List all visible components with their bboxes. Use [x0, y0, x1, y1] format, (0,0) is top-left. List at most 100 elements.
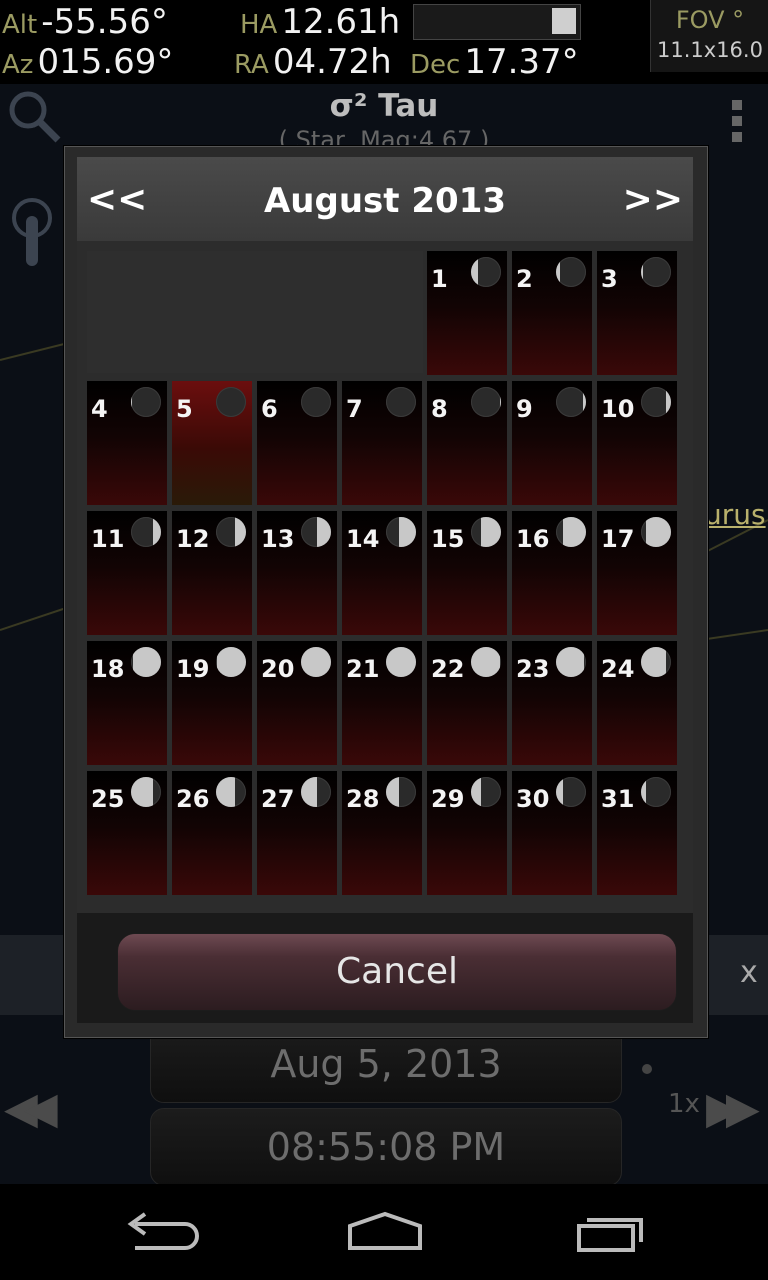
moon-phase-icon — [556, 517, 586, 547]
moon-phase-icon — [641, 777, 671, 807]
calendar-day-1[interactable]: 1 — [427, 251, 507, 375]
calendar-day-7[interactable]: 7 — [342, 381, 422, 505]
calendar-day-27[interactable]: 27 — [257, 771, 337, 895]
moon-lit-portion — [641, 777, 646, 807]
moon-lit-portion — [500, 387, 501, 417]
day-number: 16 — [516, 525, 550, 553]
fast-forward-icon[interactable]: ▶▶ — [706, 1083, 760, 1134]
calendar-day-13[interactable]: 13 — [257, 511, 337, 635]
calendar-day-18[interactable]: 18 — [87, 641, 167, 765]
next-month-button[interactable]: >> — [623, 179, 683, 220]
calendar-day-21[interactable]: 21 — [342, 641, 422, 765]
calendar-day-5[interactable]: 5 — [172, 381, 252, 505]
speed-label: 1x — [668, 1089, 700, 1119]
day-number: 7 — [346, 395, 363, 423]
hour-angle-readout: HA 12.61h — [240, 2, 401, 42]
calendar-day-8[interactable]: 8 — [427, 381, 507, 505]
slider-knob[interactable] — [552, 8, 576, 34]
day-number: 17 — [601, 525, 635, 553]
cancel-button[interactable]: Cancel — [117, 933, 677, 1011]
calendar-day-30[interactable]: 30 — [512, 771, 592, 895]
day-number: 8 — [431, 395, 448, 423]
calendar-day-11[interactable]: 11 — [87, 511, 167, 635]
moon-lit-portion — [641, 257, 643, 287]
moon-lit-portion — [301, 647, 331, 677]
system-nav-bar — [0, 1184, 768, 1280]
fov-box[interactable]: FOV ° 11.1x16.0 — [650, 0, 768, 72]
calendar-day-23[interactable]: 23 — [512, 641, 592, 765]
day-number: 30 — [516, 785, 550, 813]
moon-phase-icon — [301, 517, 331, 547]
moon-phase-icon — [216, 777, 246, 807]
moon-lit-portion — [216, 777, 235, 807]
day-number: 25 — [91, 785, 125, 813]
day-number: 29 — [431, 785, 465, 813]
moon-phase-icon — [131, 777, 161, 807]
calendar-day-3[interactable]: 3 — [597, 251, 677, 375]
day-number: 18 — [91, 655, 125, 683]
rewind-icon[interactable]: ◀◀ — [4, 1083, 58, 1134]
moon-phase-icon — [386, 777, 416, 807]
calendar-day-20[interactable]: 20 — [257, 641, 337, 765]
calendar-day-31[interactable]: 31 — [597, 771, 677, 895]
declination-readout: Dec 17.37° — [410, 42, 579, 82]
day-number: 4 — [91, 395, 108, 423]
moon-phase-icon — [471, 777, 501, 807]
moon-phase-icon — [301, 647, 331, 677]
moon-phase-icon — [471, 257, 501, 287]
moon-phase-icon — [216, 517, 246, 547]
star-label[interactable]: urus — [704, 498, 766, 531]
moon-phase-icon — [641, 517, 671, 547]
touch-icon[interactable] — [6, 196, 66, 276]
home-icon[interactable] — [320, 1184, 450, 1280]
time-display[interactable]: 08:55:08 PM — [150, 1108, 622, 1186]
moon-lit-portion — [583, 387, 586, 417]
moon-phase-icon — [556, 647, 586, 677]
calendar-day-10[interactable]: 10 — [597, 381, 677, 505]
calendar-day-9[interactable]: 9 — [512, 381, 592, 505]
day-number: 13 — [261, 525, 295, 553]
date-picker-dialog: << August 2013 >> 1 2 3 4 5 6 7 8 9 10 11 12 13 14 15 1… — [64, 146, 708, 1038]
overflow-menu-icon[interactable] — [732, 100, 744, 148]
moon-phase-icon — [471, 647, 501, 677]
moon-lit-portion — [301, 777, 317, 807]
moon-lit-portion — [399, 517, 416, 547]
day-number: 24 — [601, 655, 635, 683]
day-number: 19 — [176, 655, 210, 683]
moon-phase-icon — [556, 387, 586, 417]
moon-phase-icon — [386, 387, 416, 417]
calendar-day-12[interactable]: 12 — [172, 511, 252, 635]
moon-lit-portion — [481, 517, 501, 547]
day-number: 15 — [431, 525, 465, 553]
moon-lit-portion — [133, 647, 161, 677]
moon-lit-portion — [666, 387, 671, 417]
calendar-day-25[interactable]: 25 — [87, 771, 167, 895]
recent-apps-icon[interactable] — [545, 1184, 675, 1280]
moon-lit-portion — [641, 647, 666, 677]
moon-phase-icon — [471, 387, 501, 417]
back-icon[interactable] — [95, 1184, 225, 1280]
calendar-day-16[interactable]: 16 — [512, 511, 592, 635]
azimuth-readout: Az 015.69° — [2, 42, 174, 82]
moon-phase-icon — [131, 387, 161, 417]
calendar-day-24[interactable]: 24 — [597, 641, 677, 765]
calendar-day-6[interactable]: 6 — [257, 381, 337, 505]
moon-phase-icon — [556, 777, 586, 807]
calendar-day-2[interactable]: 2 — [512, 251, 592, 375]
calendar-day-29[interactable]: 29 — [427, 771, 507, 895]
calendar-day-4[interactable]: 4 — [87, 381, 167, 505]
day-number: 10 — [601, 395, 635, 423]
calendar-day-26[interactable]: 26 — [172, 771, 252, 895]
night-mode-slider[interactable] — [413, 4, 581, 40]
object-name: σ² Tau — [329, 88, 439, 124]
calendar-day-19[interactable]: 19 — [172, 641, 252, 765]
moon-phase-icon — [641, 647, 671, 677]
close-icon[interactable]: x — [740, 955, 758, 990]
calendar-day-22[interactable]: 22 — [427, 641, 507, 765]
moon-phase-icon — [556, 257, 586, 287]
calendar-day-15[interactable]: 15 — [427, 511, 507, 635]
calendar-day-17[interactable]: 17 — [597, 511, 677, 635]
calendar-day-28[interactable]: 28 — [342, 771, 422, 895]
calendar-day-14[interactable]: 14 — [342, 511, 422, 635]
moon-lit-portion — [556, 777, 563, 807]
